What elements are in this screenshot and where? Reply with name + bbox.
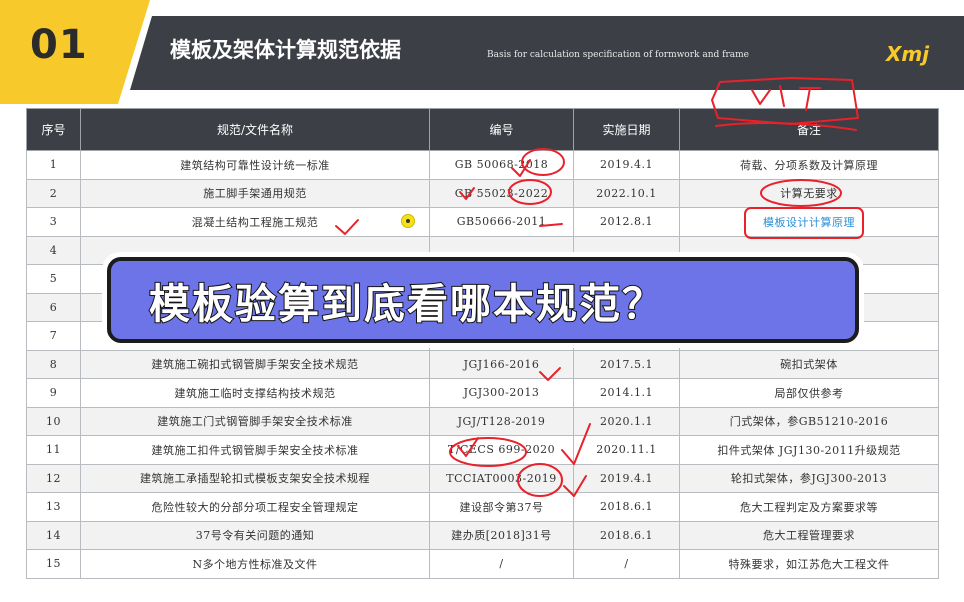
cell-no: 15 <box>26 549 81 579</box>
cell-note: 扣件式架体 JGJ130-2011升级规范 <box>679 435 939 465</box>
brand-logo: Xmj <box>886 42 930 66</box>
banner-text: 模板验算到底看哪本规范？ <box>148 279 665 329</box>
cell-name: 混凝土结构工程施工规范 <box>80 207 430 237</box>
column-header-name: 规范/文件名称 <box>80 108 430 151</box>
banner-box: 模板验算到底看哪本规范？ <box>107 257 859 343</box>
cell-name: 建筑施工扣件式钢管脚手架安全技术标准 <box>80 435 430 465</box>
cell-no: 14 <box>26 520 81 550</box>
cell-date: 2018.6.1 <box>573 492 680 522</box>
cell-no: 13 <box>26 492 81 522</box>
column-header-code: 编号 <box>429 108 574 151</box>
cell-code: TCCIAT0003-2019 <box>429 463 574 493</box>
table-header-row: 序号 规范/文件名称 编号 实施日期 备注 <box>26 108 939 151</box>
table-body: 1 建筑结构可靠性设计统一标准 GB 50068-2018 2019.4.1 荷载、分项… <box>26 150 939 579</box>
cell-code: GB 55023-2022 <box>429 178 574 208</box>
column-header-no: 序号 <box>26 108 81 151</box>
page-subtitle: Basis for calculation specification of f… <box>487 50 749 60</box>
cell-note: 荷载、分项系数及计算原理 <box>679 150 939 180</box>
cell-code: GB 50068-2018 <box>429 150 574 180</box>
cell-no: 7 <box>26 321 81 351</box>
table-row: 3 混凝土结构工程施工规范 GB50666-2011 2012.8.1 模板设计计算原理 <box>26 207 939 237</box>
column-header-date: 实施日期 <box>573 108 680 151</box>
cell-no: 12 <box>26 463 81 493</box>
column-header-note: 备注 <box>679 108 939 151</box>
cell-name: N多个地方性标准及文件 <box>80 549 430 579</box>
cell-name: 施工脚手架通用规范 <box>80 178 430 208</box>
cell-code: / <box>429 549 574 579</box>
cell-name: 建筑结构可靠性设计统一标准 <box>80 150 430 180</box>
section-number: 01 <box>30 22 88 68</box>
cell-note: 局部仅供参考 <box>679 378 939 408</box>
table-row: 10 建筑施工门式钢管脚手架安全技术标准 JGJ/T128-2019 2020.1.1… <box>26 406 939 436</box>
cell-no: 5 <box>26 264 81 294</box>
cell-no: 10 <box>26 406 81 436</box>
table-row: 14 37号令有关问题的通知 建办质[2018]31号 2018.6.1 危大工程管理要… <box>26 520 939 550</box>
cell-code: JGJ166-2016 <box>429 349 574 379</box>
pointer-cursor-icon <box>401 214 415 228</box>
cell-code: 建设部令第37号 <box>429 492 574 522</box>
cell-name: 建筑施工承插型轮扣式模板支架安全技术规程 <box>80 463 430 493</box>
cell-no: 11 <box>26 435 81 465</box>
slide-header: 01 模板及架体计算规范依据 Basis for calculation spe… <box>0 0 964 104</box>
table-row: 11 建筑施工扣件式钢管脚手架安全技术标准 T/CECS 699-2020 2020.… <box>26 435 939 465</box>
cell-date: / <box>573 549 680 579</box>
cell-date: 2022.10.1 <box>573 178 680 208</box>
cell-code: 建办质[2018]31号 <box>429 520 574 550</box>
table-row: 1 建筑结构可靠性设计统一标准 GB 50068-2018 2019.4.1 荷载、分项… <box>26 150 939 180</box>
cell-code: T/CECS 699-2020 <box>429 435 574 465</box>
cell-note: 计算无要求 <box>679 178 939 208</box>
cell-no: 2 <box>26 178 81 208</box>
cell-date: 2019.4.1 <box>573 463 680 493</box>
table-row: 12 建筑施工承插型轮扣式模板支架安全技术规程 TCCIAT0003-2019 201… <box>26 463 939 493</box>
cell-name: 37号令有关问题的通知 <box>80 520 430 550</box>
cell-date: 2020.11.1 <box>573 435 680 465</box>
cell-note: 特殊要求，如江苏危大工程文件 <box>679 549 939 579</box>
table-row: 2 施工脚手架通用规范 GB 55023-2022 2022.10.1 计算无要求 <box>26 178 939 208</box>
cell-no: 4 <box>26 235 81 265</box>
cell-note: 碗扣式架体 <box>679 349 939 379</box>
cell-no: 6 <box>26 292 81 322</box>
cell-date: 2019.4.1 <box>573 150 680 180</box>
cell-no: 9 <box>26 378 81 408</box>
cell-date: 2018.6.1 <box>573 520 680 550</box>
table-row: 13 危险性较大的分部分项工程安全管理规定 建设部令第37号 2018.6.1 危大工程… <box>26 492 939 522</box>
cell-date: 2012.8.1 <box>573 207 680 237</box>
cell-note: 门式架体，参GB51210-2016 <box>679 406 939 436</box>
cell-name: 建筑施工碗扣式钢管脚手架安全技术规范 <box>80 349 430 379</box>
cell-name: 建筑施工临时支撑结构技术规范 <box>80 378 430 408</box>
cell-no: 1 <box>26 150 81 180</box>
cell-note: 轮扣式架体，参JGJ300-2013 <box>679 463 939 493</box>
table-row: 8 建筑施工碗扣式钢管脚手架安全技术规范 JGJ166-2016 2017.5.1 碗扣… <box>26 349 939 379</box>
cell-note: 危大工程判定及方案要求等 <box>679 492 939 522</box>
cell-code: JGJ/T128-2019 <box>429 406 574 436</box>
cell-no: 3 <box>26 207 81 237</box>
cell-date: 2017.5.1 <box>573 349 680 379</box>
cell-code: GB50666-2011 <box>429 207 574 237</box>
cell-code: JGJ300-2013 <box>429 378 574 408</box>
table-row: 15 N多个地方性标准及文件 / / 特殊要求，如江苏危大工程文件 <box>26 549 939 579</box>
cell-note: 危大工程管理要求 <box>679 520 939 550</box>
page-title: 模板及架体计算规范依据 <box>170 38 401 62</box>
cell-no: 8 <box>26 349 81 379</box>
cell-date: 2020.1.1 <box>573 406 680 436</box>
table-row: 9 建筑施工临时支撑结构技术规范 JGJ300-2013 2014.1.1 局部仅供参考 <box>26 378 939 408</box>
cell-note: 模板设计计算原理 <box>679 207 939 237</box>
title-banner: 模板验算到底看哪本规范？ <box>102 252 864 348</box>
cell-date: 2014.1.1 <box>573 378 680 408</box>
cell-name: 建筑施工门式钢管脚手架安全技术标准 <box>80 406 430 436</box>
cell-name: 危险性较大的分部分项工程安全管理规定 <box>80 492 430 522</box>
